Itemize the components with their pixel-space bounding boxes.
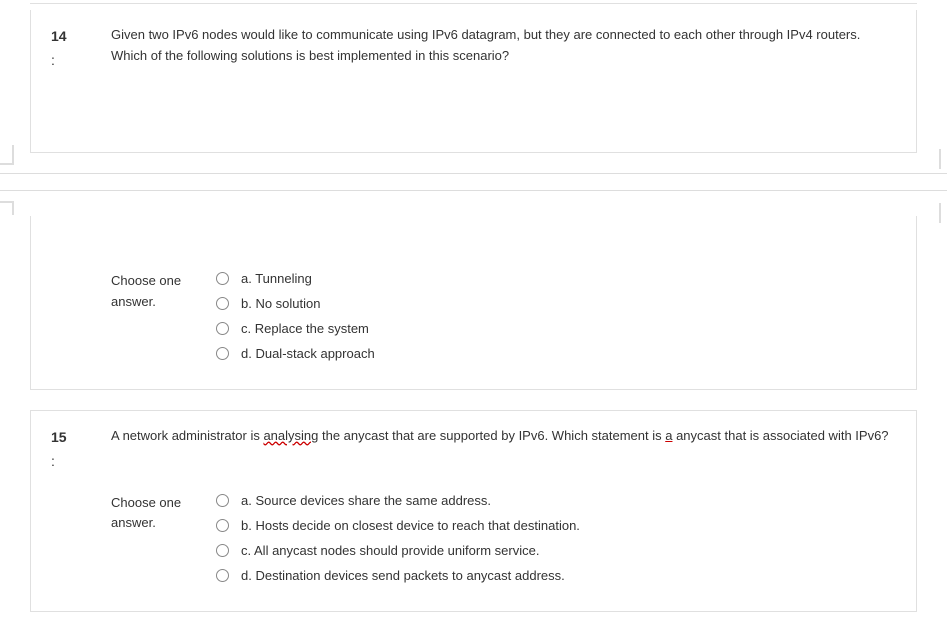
option-label: d. Destination devices send packets to a…	[241, 568, 565, 583]
number-text: 14	[51, 28, 67, 44]
question-text: Given two IPv6 nodes would like to commu…	[111, 25, 896, 67]
page-corner-marker	[0, 201, 14, 215]
radio-icon[interactable]	[216, 347, 229, 360]
text-part: anycast that is associated with IPv6?	[672, 428, 888, 443]
answer-section: Choose one answer. a. Source devices sha…	[111, 493, 896, 593]
choose-one-label: Choose one answer.	[111, 271, 216, 371]
option-label: d. Dual-stack approach	[241, 346, 375, 361]
top-border-fragment	[30, 0, 917, 4]
question-number: 14 :	[51, 25, 111, 72]
option-row-a[interactable]: a. Tunneling	[216, 271, 896, 286]
question-14-answers-block: Choose one answer. a. Tunneling b. No so…	[30, 216, 917, 390]
question-14-header-block: 14 : Given two IPv6 nodes would like to …	[30, 10, 917, 153]
page-break-gap	[0, 153, 947, 216]
choose-one-label: Choose one answer.	[111, 493, 216, 593]
question-15-block: 15 : A network administrator is analysin…	[30, 410, 917, 612]
option-label: a. Tunneling	[241, 271, 312, 286]
option-label: c. Replace the system	[241, 321, 369, 336]
question-header: 15 : A network administrator is analysin…	[51, 426, 896, 473]
page-corner-marker	[939, 203, 947, 223]
options-list: a. Tunneling b. No solution c. Replace t…	[216, 271, 896, 371]
radio-icon[interactable]	[216, 272, 229, 285]
radio-icon[interactable]	[216, 519, 229, 532]
number-text: 15	[51, 429, 67, 445]
options-list: a. Source devices share the same address…	[216, 493, 896, 593]
option-row-b[interactable]: b. No solution	[216, 296, 896, 311]
option-label: a. Source devices share the same address…	[241, 493, 491, 508]
option-row-c[interactable]: c. Replace the system	[216, 321, 896, 336]
option-label: b. Hosts decide on closest device to rea…	[241, 518, 580, 533]
radio-icon[interactable]	[216, 322, 229, 335]
spellcheck-underline: analysing	[263, 428, 318, 443]
option-row-d[interactable]: d. Destination devices send packets to a…	[216, 568, 896, 583]
option-row-c[interactable]: c. All anycast nodes should provide unif…	[216, 543, 896, 558]
gap-line	[0, 173, 947, 191]
answer-section: Choose one answer. a. Tunneling b. No so…	[111, 271, 896, 371]
option-row-d[interactable]: d. Dual-stack approach	[216, 346, 896, 361]
option-label: b. No solution	[241, 296, 321, 311]
radio-icon[interactable]	[216, 494, 229, 507]
question-text: A network administrator is analysing the…	[111, 426, 896, 447]
question-header: 14 : Given two IPv6 nodes would like to …	[51, 25, 896, 72]
page-corner-marker	[939, 149, 947, 169]
option-row-b[interactable]: b. Hosts decide on closest device to rea…	[216, 518, 896, 533]
number-colon: :	[51, 450, 111, 472]
option-label: c. All anycast nodes should provide unif…	[241, 543, 539, 558]
text-part: A network administrator is	[111, 428, 263, 443]
page-corner-marker	[0, 145, 14, 165]
radio-icon[interactable]	[216, 544, 229, 557]
option-row-a[interactable]: a. Source devices share the same address…	[216, 493, 896, 508]
radio-icon[interactable]	[216, 297, 229, 310]
question-number: 15 :	[51, 426, 111, 473]
radio-icon[interactable]	[216, 569, 229, 582]
text-part: the anycast that are supported by IPv6. …	[318, 428, 665, 443]
number-colon: :	[51, 49, 111, 71]
